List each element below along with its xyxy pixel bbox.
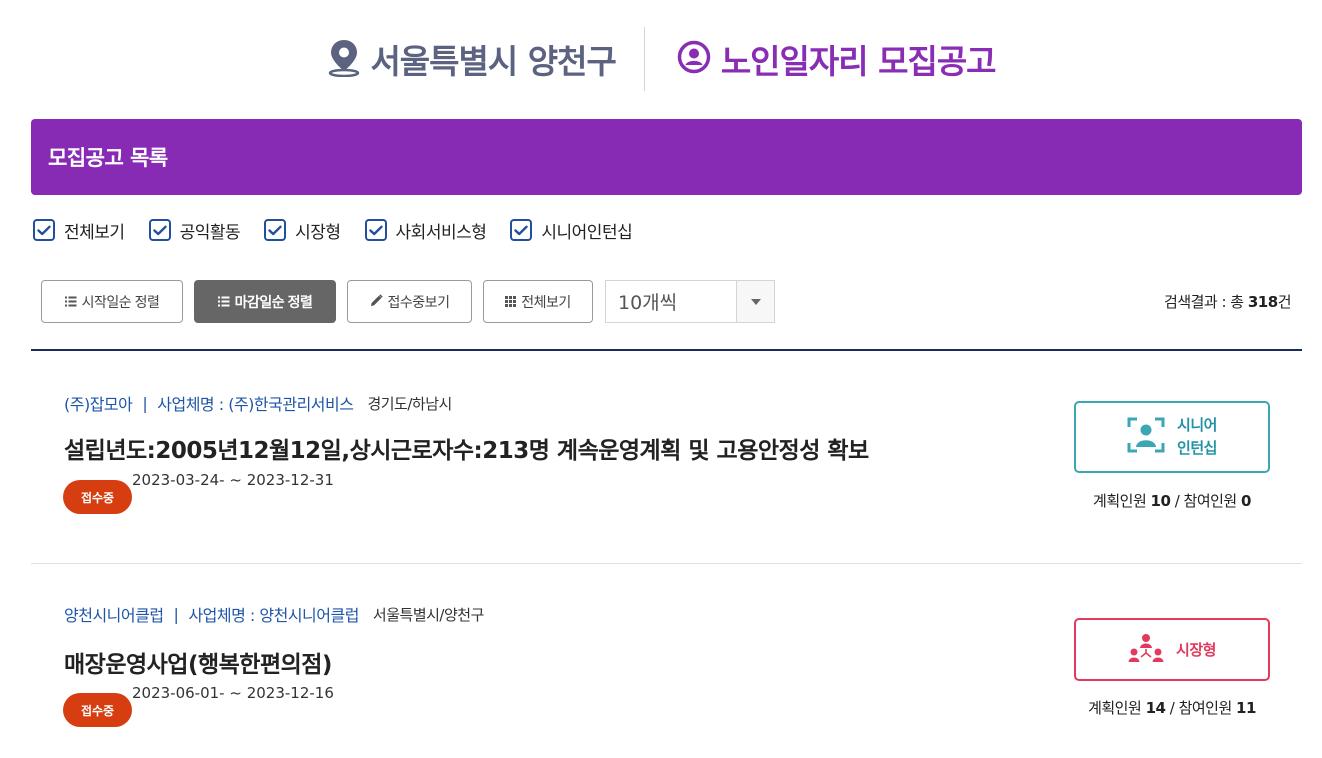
- org-name[interactable]: (주)잡모아: [64, 391, 133, 415]
- filter-public-activity[interactable]: 공익활동: [148, 218, 241, 243]
- region-name: 서울특별시 양천구: [370, 42, 616, 81]
- list-item[interactable]: 양천시니어클럽 | 사업체명 : 양천시니어클럽 서울특별시/양천구 매장운영사…: [31, 564, 1302, 758]
- sort-by-end-button[interactable]: 마감일순 정렬: [194, 280, 336, 323]
- filter-checkboxes: 전체보기 공익활동 시장형 사회서비스형 시니어인턴십: [33, 216, 656, 244]
- planned-count: 10: [1150, 492, 1171, 510]
- item-location: 서울특별시/양천구: [372, 605, 484, 624]
- grid-icon: [505, 294, 517, 310]
- item-meta: 양천시니어클럽 | 사업체명 : 양천시니어클럽 서울특별시/양천구: [64, 602, 484, 626]
- checkbox-checked-icon[interactable]: [264, 219, 287, 241]
- checkbox-checked-icon[interactable]: [148, 219, 171, 241]
- joined-label: 참여인원: [1183, 492, 1238, 510]
- caret-down-icon[interactable]: [736, 281, 774, 322]
- filter-label: 공익활동: [179, 222, 241, 243]
- view-all-button[interactable]: 전체보기: [483, 280, 593, 323]
- count-separator: /: [1169, 699, 1175, 717]
- result-suffix: 건: [1277, 293, 1292, 311]
- count-separator: /: [1174, 492, 1180, 510]
- page-size-value: 10개씩: [618, 292, 678, 314]
- list-item[interactable]: (주)잡모아 | 사업체명 : (주)한국관리서비스 경기도/하남시 설립년도:…: [31, 351, 1302, 563]
- pencil-icon: [370, 293, 383, 310]
- banner-title: 모집공고 목록: [48, 146, 168, 170]
- checkbox-checked-icon[interactable]: [364, 219, 387, 241]
- org-name[interactable]: 양천시니어클럽: [64, 602, 164, 626]
- item-title[interactable]: 설립년도:2005년12월12일,상시근로자수:213명 계속운영계획 및 고용…: [64, 431, 869, 465]
- filter-label: 시장형: [295, 222, 341, 243]
- planned-label: 계획인원: [1088, 699, 1142, 717]
- checkbox-checked-icon[interactable]: [510, 219, 533, 241]
- status-badge: 접수중: [63, 480, 132, 514]
- page-title: 노인일자리 모집공고: [720, 42, 997, 81]
- page-header: 서울특별시 양천구 노인일자리 모집공고: [0, 26, 1322, 92]
- business-name[interactable]: 사업체명 : 양천시니어클럽: [188, 602, 359, 626]
- type-label-line2: 인턴십: [1177, 439, 1217, 457]
- planned-label: 계획인원: [1093, 492, 1147, 510]
- item-location: 경기도/하남시: [367, 394, 452, 413]
- filter-all[interactable]: 전체보기: [33, 218, 125, 243]
- person-circle-icon: [677, 40, 711, 78]
- filter-senior-internship[interactable]: 시니어인턴십: [510, 218, 633, 243]
- list-icon: [64, 294, 77, 310]
- list-icon: [217, 294, 230, 310]
- sort-by-start-button[interactable]: 시작일순 정렬: [41, 280, 183, 323]
- item-meta: (주)잡모아 | 사업체명 : (주)한국관리서비스 경기도/하남시: [64, 391, 452, 415]
- location-pin-icon: [326, 37, 362, 81]
- headcount: 계획인원 10 / 참여인원 0: [1074, 490, 1270, 511]
- filter-market-type[interactable]: 시장형: [264, 218, 341, 243]
- checkbox-checked-icon[interactable]: [33, 219, 55, 241]
- page-size-select[interactable]: 10개씩: [605, 280, 775, 323]
- button-label: 접수중보기: [387, 293, 450, 310]
- business-name[interactable]: 사업체명 : (주)한국관리서비스: [157, 391, 354, 415]
- meta-separator: |: [173, 604, 179, 624]
- list-toolbar: 시작일순 정렬 마감일순 정렬 접수중보기 전체보기 10개씩: [41, 280, 775, 323]
- planned-count: 14: [1145, 699, 1166, 717]
- type-label: 시장형: [1176, 641, 1216, 659]
- result-prefix: 검색결과 : 총: [1164, 293, 1248, 311]
- title-heading: 노인일자리 모집공고: [645, 35, 997, 83]
- filter-label: 전체보기: [64, 222, 125, 243]
- joined-label: 참여인원: [1178, 699, 1233, 717]
- filter-label: 시니어인턴십: [541, 222, 633, 243]
- button-label: 마감일순 정렬: [234, 293, 313, 310]
- senior-intern-icon: [1127, 417, 1165, 457]
- button-label: 시작일순 정렬: [81, 293, 160, 310]
- filter-label: 사회서비스형: [395, 222, 487, 243]
- type-senior-internship[interactable]: 시니어인턴십: [1074, 401, 1270, 473]
- list-banner: 모집공고 목록: [31, 119, 1302, 195]
- type-label-line1: 시니어: [1177, 416, 1217, 434]
- meta-separator: |: [142, 393, 148, 413]
- type-label: 시니어인턴십: [1177, 414, 1217, 460]
- status-badge: 접수중: [63, 693, 132, 727]
- show-accepting-button[interactable]: 접수중보기: [347, 280, 472, 323]
- filter-social-service[interactable]: 사회서비스형: [364, 218, 487, 243]
- result-number: 318: [1247, 293, 1278, 311]
- market-type-icon: [1128, 633, 1164, 667]
- headcount: 계획인원 14 / 참여인원 11: [1074, 697, 1270, 718]
- item-title[interactable]: 매장운영사업(행복한편의점): [64, 645, 332, 679]
- search-result-count: 검색결과 : 총 318건: [1164, 291, 1291, 312]
- type-market[interactable]: 시장형: [1074, 618, 1270, 681]
- region-heading: 서울특별시 양천구: [326, 35, 643, 83]
- item-dates: 2023-06-01- ~ 2023-12-16: [132, 684, 334, 702]
- item-dates: 2023-03-24- ~ 2023-12-31: [132, 471, 334, 489]
- joined-count: 11: [1236, 699, 1256, 717]
- button-label: 전체보기: [521, 293, 571, 310]
- joined-count: 0: [1241, 492, 1251, 510]
